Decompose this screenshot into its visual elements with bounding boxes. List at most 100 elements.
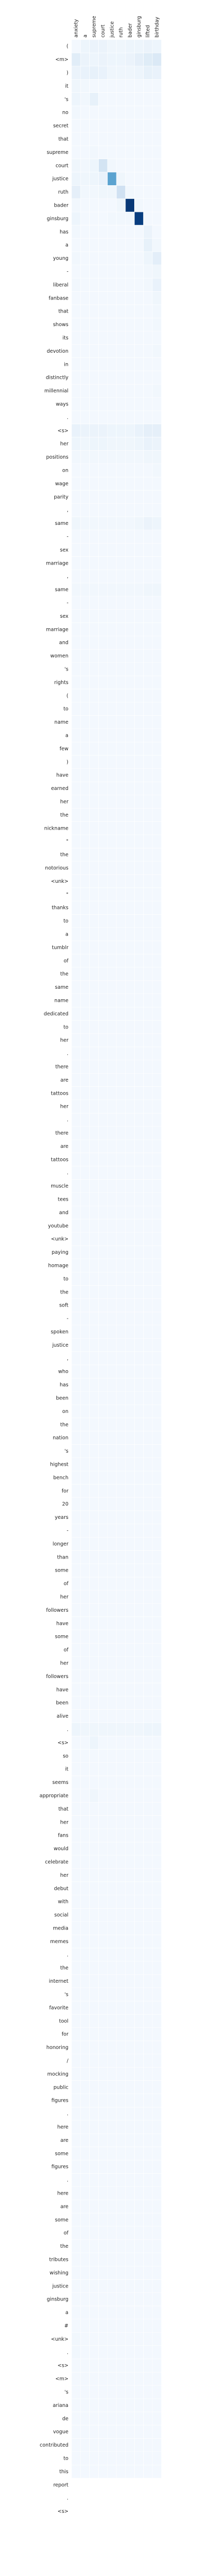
heatmap-cell-142-5 xyxy=(116,1921,126,1935)
heatmap-cell-25-9 xyxy=(152,370,162,385)
heatmap-cell-37-0 xyxy=(71,530,81,544)
heatmap-cell-160-1 xyxy=(80,2160,90,2174)
heatmap-cell-81-5 xyxy=(116,1113,126,1127)
heatmap-cell-105-1 xyxy=(80,1431,90,1445)
y-tick-label-116: of xyxy=(64,1581,69,1587)
heatmap-cell-12-2 xyxy=(89,198,99,212)
heatmap-cell-149-8 xyxy=(143,2014,153,2028)
heatmap-cell-116-3 xyxy=(98,1577,108,1591)
heatmap-cell-175-2 xyxy=(89,2358,99,2373)
heatmap-cell-159-2 xyxy=(89,2147,99,2161)
heatmap-cell-178-0 xyxy=(71,2398,81,2412)
heatmap-cell-130-2 xyxy=(89,1762,99,1776)
heatmap-cell-93-3 xyxy=(98,1272,108,1286)
heatmap-cell-82-4 xyxy=(107,1126,117,1140)
heatmap-cell-63-1 xyxy=(80,874,90,888)
heatmap-cell-107-8 xyxy=(143,1457,153,1471)
heatmap-cell-110-1 xyxy=(80,1497,90,1511)
heatmap-cell-141-9 xyxy=(152,1908,162,1922)
heatmap-cell-38-2 xyxy=(89,543,99,557)
heatmap-cell-88-5 xyxy=(116,1205,126,1219)
heatmap-cell-154-4 xyxy=(107,2080,117,2094)
heatmap-cell-148-6 xyxy=(125,2000,135,2015)
heatmap-cell-38-0 xyxy=(71,543,81,557)
heatmap-cell-128-3 xyxy=(98,1735,108,1750)
heatmap-cell-103-8 xyxy=(143,1404,153,1418)
heatmap-cell-22-0 xyxy=(71,331,81,345)
heatmap-cell-87-4 xyxy=(107,1192,117,1206)
heatmap-cell-120-8 xyxy=(143,1630,153,1644)
heatmap-cell-154-0 xyxy=(71,2080,81,2094)
heatmap-cell-155-3 xyxy=(98,2093,108,2107)
y-tick-label-52: a xyxy=(65,733,68,739)
heatmap-cell-19-1 xyxy=(80,291,90,305)
heatmap-cell-164-0 xyxy=(71,2213,81,2227)
heatmap-cell-155-6 xyxy=(125,2093,135,2107)
heatmap-cell-15-1 xyxy=(80,238,90,252)
heatmap-cell-146-3 xyxy=(98,1974,108,1988)
heatmap-cell-16-1 xyxy=(80,251,90,266)
heatmap-cell-93-9 xyxy=(152,1272,162,1286)
y-tick-label-123: followers xyxy=(46,1674,68,1680)
heatmap-cell-78-9 xyxy=(152,1073,162,1087)
heatmap-cell-27-6 xyxy=(125,397,135,411)
heatmap-cell-144-0 xyxy=(71,1948,81,1962)
heatmap-cell-33-5 xyxy=(116,476,126,490)
y-tick-label-170: ginsburg xyxy=(47,2297,68,2303)
heatmap-cell-67-7 xyxy=(134,927,144,941)
heatmap-cell-15-0 xyxy=(71,238,81,252)
heatmap-cell-134-9 xyxy=(152,1815,162,1829)
heatmap-cell-119-8 xyxy=(143,1616,153,1631)
heatmap-cell-60-0 xyxy=(71,834,81,848)
y-tick-label-99: , xyxy=(67,1356,68,1361)
heatmap-cell-156-8 xyxy=(143,2107,153,2121)
heatmap-cell-61-9 xyxy=(152,848,162,862)
heatmap-cell-127-2 xyxy=(89,1722,99,1736)
heatmap-cell-53-1 xyxy=(80,741,90,756)
heatmap-cell-61-2 xyxy=(89,848,99,862)
heatmap-cell-37-6 xyxy=(125,530,135,544)
heatmap-cell-86-6 xyxy=(125,1179,135,1193)
heatmap-cell-36-0 xyxy=(71,517,81,531)
heatmap-cell-6-0 xyxy=(71,119,81,133)
y-tick-label-11: ruth xyxy=(58,189,68,195)
heatmap-cell-169-5 xyxy=(116,2279,126,2293)
heatmap-cell-173-1 xyxy=(80,2332,90,2346)
heatmap-cell-133-4 xyxy=(107,1802,117,1816)
heatmap-cell-150-0 xyxy=(71,2027,81,2041)
heatmap-cell-1-1 xyxy=(80,53,90,67)
heatmap-cell-169-6 xyxy=(125,2279,135,2293)
heatmap-cell-67-3 xyxy=(98,927,108,941)
heatmap-cell-150-6 xyxy=(125,2027,135,2041)
y-tick-label-8: supreme xyxy=(46,150,68,155)
heatmap-cell-18-3 xyxy=(98,278,108,292)
y-tick-label-97: spoken xyxy=(51,1329,68,1335)
heatmap-cell-154-5 xyxy=(116,2080,126,2094)
heatmap-cell-171-3 xyxy=(98,2306,108,2320)
y-tick-label-100: who xyxy=(58,1369,68,1375)
heatmap-cell-132-4 xyxy=(107,1789,117,1803)
heatmap-cell-147-1 xyxy=(80,1987,90,2002)
heatmap-cell-77-0 xyxy=(71,1060,81,1074)
heatmap-cell-12-3 xyxy=(98,198,108,212)
heatmap-cell-165-5 xyxy=(116,2226,126,2240)
y-tick-label-32: on xyxy=(62,468,68,474)
heatmap-cell-40-4 xyxy=(107,569,117,583)
heatmap-cell-36-6 xyxy=(125,517,135,531)
heatmap-cell-73-5 xyxy=(116,1007,126,1021)
heatmap-cell-167-0 xyxy=(71,2252,81,2267)
heatmap-cell-137-7 xyxy=(134,1855,144,1869)
heatmap-cell-116-9 xyxy=(152,1577,162,1591)
heatmap-cell-178-9 xyxy=(152,2398,162,2412)
heatmap-cell-105-9 xyxy=(152,1431,162,1445)
heatmap-cell-129-4 xyxy=(107,1749,117,1763)
heatmap-cell-111-3 xyxy=(98,1511,108,1525)
heatmap-cell-6-2 xyxy=(89,119,99,133)
heatmap-cell-17-5 xyxy=(116,265,126,279)
heatmap-cell-123-5 xyxy=(116,1669,126,1683)
heatmap-cell-131-0 xyxy=(71,1776,81,1790)
heatmap-cell-170-6 xyxy=(125,2292,135,2306)
heatmap-cell-134-7 xyxy=(134,1815,144,1829)
heatmap-cell-94-1 xyxy=(80,1285,90,1299)
heatmap-cell-6-7 xyxy=(134,119,144,133)
